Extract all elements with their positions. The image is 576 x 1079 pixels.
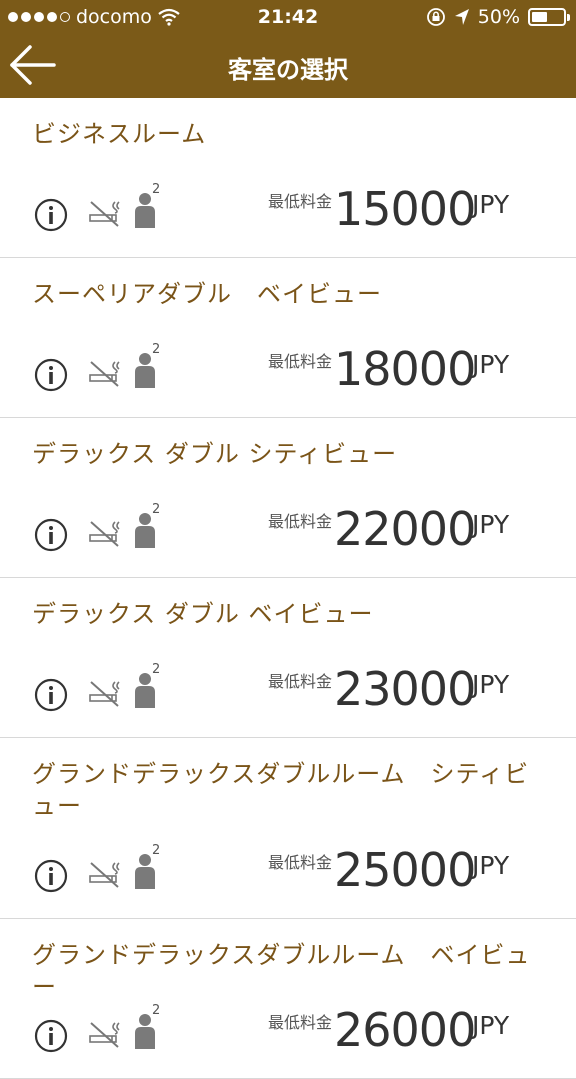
guest-count: 2 [152,502,161,517]
info-icon[interactable] [34,678,68,712]
battery-icon [528,8,570,26]
person-icon [135,353,155,388]
price-value: 18000 [334,342,476,396]
price-value: 23000 [334,662,476,716]
status-right: 50% [426,6,570,28]
price-value: 26000 [334,1003,476,1057]
info-icon[interactable] [34,518,68,552]
price-value: 25000 [334,843,476,897]
guest-count: 2 [152,342,161,357]
price-currency: JPY [472,1011,510,1040]
guest-count: 2 [152,182,161,197]
room-name: デラックス ダブル シティビュー [32,440,398,468]
rotation-lock-icon [426,8,445,26]
page-title: 客室の選択 [228,56,348,84]
price-label: 最低料金 [268,672,333,691]
price-currency: JPY [472,851,510,880]
price-label: 最低料金 [268,853,333,872]
room-name: グランドデラックスダブルルーム シティビュー [32,760,530,820]
battery-percent: 50% [477,6,520,28]
person-icon [135,854,155,889]
price-value: 22000 [334,502,476,556]
room-row[interactable]: グランドデラックスダブルルーム シティビュー 2 最低料金 25000 JPY [0,738,576,919]
price-label: 最低料金 [268,1013,333,1032]
no-smoking-icon [89,862,120,888]
room-row[interactable]: グランドデラックスダブルルーム ベイビュー 2 最低料金 26000 JPY [0,919,576,1079]
no-smoking-icon [89,681,120,707]
room-list: ビジネスルーム 2 最低料金 15000 JPY スーペリアダブル ベイビュー [0,98,576,1079]
room-row[interactable]: デラックス ダブル ベイビュー 2 最低料金 23000 JPY [0,578,576,738]
price-label: 最低料金 [268,352,333,371]
price-currency: JPY [472,510,510,539]
room-row[interactable]: スーペリアダブル ベイビュー 2 最低料金 18000 JPY [0,258,576,418]
room-name: スーペリアダブル ベイビュー [32,280,382,308]
info-icon[interactable] [34,859,68,893]
no-smoking-icon [89,361,120,387]
info-icon[interactable] [34,198,68,232]
person-icon [135,673,155,708]
person-icon [135,193,155,228]
guest-count: 2 [152,843,161,858]
guest-count: 2 [152,662,161,677]
room-row[interactable]: ビジネスルーム 2 最低料金 15000 JPY [0,98,576,258]
room-name: グランドデラックスダブルルーム ベイビュー [32,941,531,1001]
battery-level [532,12,547,22]
header: docomo 21:42 50% 客室の選択 [0,0,576,98]
no-smoking-icon [89,521,120,547]
person-icon [135,513,155,548]
info-icon[interactable] [34,1019,68,1053]
price-value: 15000 [334,182,476,236]
status-bar: docomo 21:42 50% [0,0,576,34]
price-currency: JPY [472,670,510,699]
price-currency: JPY [472,350,510,379]
info-icon[interactable] [34,358,68,392]
nav-bar: 客室の選択 [0,34,576,98]
guest-count: 2 [152,1003,161,1018]
location-arrow-icon [454,9,469,25]
price-label: 最低料金 [268,192,333,211]
no-smoking-icon [89,201,120,227]
room-row[interactable]: デラックス ダブル シティビュー 2 最低料金 22000 JPY [0,418,576,578]
price-currency: JPY [472,190,510,219]
price-label: 最低料金 [268,512,333,531]
room-name: ビジネスルーム [32,120,207,148]
room-name: デラックス ダブル ベイビュー [32,600,374,628]
person-icon [135,1014,155,1049]
